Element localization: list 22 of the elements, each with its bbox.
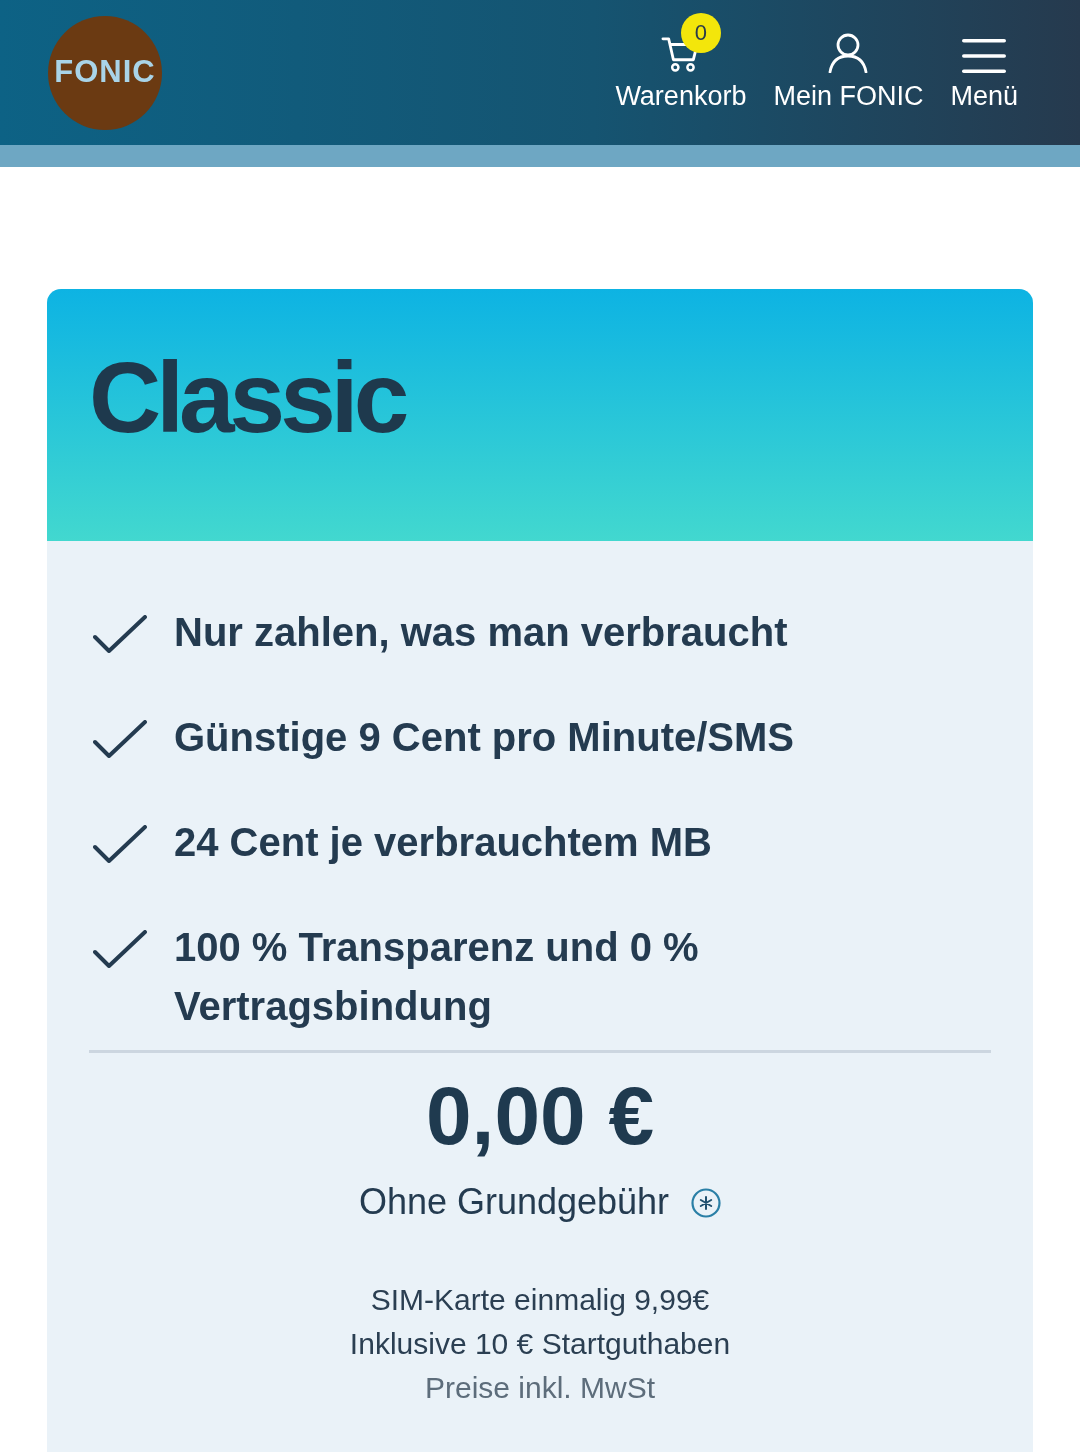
check-icon: [93, 720, 147, 758]
feature-text: Günstige 9 Cent pro Minute/SMS: [174, 714, 795, 761]
account-link[interactable]: Mein FONIC: [773, 13, 924, 113]
menu-link[interactable]: Menü: [950, 13, 1018, 113]
tax-note: Preise inkl. MwSt: [423, 1370, 657, 1406]
menu-icon: [962, 39, 1007, 73]
plan-title: Classic: [89, 345, 406, 450]
feature-text: 24 Cent je verbrauchtem MB: [174, 819, 712, 866]
person-icon: [828, 33, 869, 73]
price: 0,00 €: [425, 1071, 655, 1162]
check-icon: [93, 615, 147, 653]
cart-count-badge: 0: [680, 13, 721, 53]
check-icon: [93, 825, 147, 863]
price-note: Ohne Grundgebühr: [358, 1180, 670, 1225]
asterisk-icon[interactable]: [691, 1187, 722, 1218]
logo[interactable]: FONIC: [48, 15, 162, 130]
feature-text: 100 % Transparenz und 0 % Vertragsbindung: [174, 924, 700, 1030]
check-icon: [93, 930, 147, 968]
detail-text: SIM-Karte einmalig 9,99€: [369, 1282, 711, 1318]
feature-text: Nur zahlen, was man verbraucht: [174, 609, 788, 656]
cart-link[interactable]: 0 Warenkorb: [615, 13, 747, 113]
detail-text: Inklusive 10 € Startguthaben: [348, 1326, 732, 1362]
